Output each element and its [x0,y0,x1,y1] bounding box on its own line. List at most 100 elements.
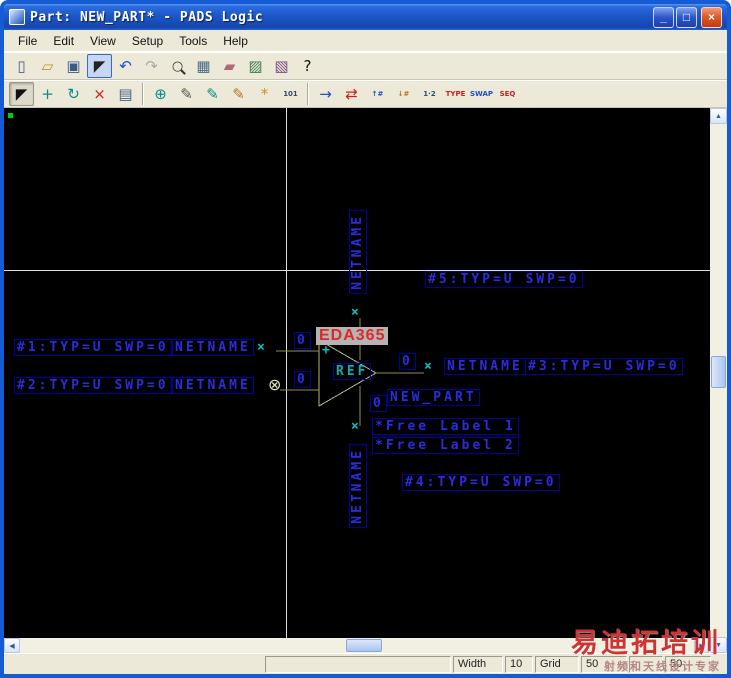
menu-view[interactable]: View [82,32,124,50]
undo-icon: ↶ [119,56,132,75]
pin2-label[interactable]: #2:TYP=U SWP=0 [14,377,172,394]
horizontal-scrollbar[interactable]: ◀ ▶ [4,638,710,653]
pin-bottom-marker[interactable]: × [351,420,359,433]
add-pin-button[interactable]: ⊕ [148,82,173,106]
pin3-marker[interactable]: × [424,360,432,373]
app-icon [9,9,25,25]
grid-value-field: 50 [581,655,627,673]
maximize-button[interactable]: □ [676,6,697,28]
menu-setup[interactable]: Setup [124,32,171,50]
selection-filter-icon: ◤ [93,56,106,75]
free-label-2[interactable]: *Free Label 2 [372,437,519,454]
help-icon: ? [303,56,312,75]
pin1-label[interactable]: #1:TYP=U SWP=0 [14,339,172,356]
select-arrow-icon: ◤ [15,84,28,103]
part-name-label[interactable]: NEW_PART [387,389,480,406]
zoom-button[interactable]: ○ [165,54,190,78]
pin3-number[interactable]: 0 [399,353,416,370]
horizontal-scroll-thumb[interactable] [346,639,382,652]
save-button[interactable]: ▣ [61,54,86,78]
menu-edit[interactable]: Edit [45,32,82,50]
menu-help[interactable]: Help [215,32,256,50]
workspace: NETNAME #5:TYP=U SWP=0 × EDA365 0 #1:TYP=U SW… [4,108,727,653]
toolbar-edit: ◤ + ↻ × ▤ ⊕ ✎ ✎ ✎ * 101 → ⇄ ↑# ↓# 1·2 TYPE SWAP SEQ [4,80,727,108]
pin4-label[interactable]: #4:TYP=U SWP=0 [402,474,560,491]
netname-right-label[interactable]: NETNAME [444,358,526,375]
free-label-1[interactable]: *Free Label 1 [372,418,519,435]
scroll-up-button[interactable]: ▲ [710,108,727,124]
netname-left2-label[interactable]: NETNAME [172,377,254,394]
rotate-button[interactable]: ↻ [61,82,86,106]
pin5-label[interactable]: #5:TYP=U SWP=0 [425,271,583,288]
canvas[interactable]: NETNAME #5:TYP=U SWP=0 × EDA365 0 #1:TYP=U SW… [4,108,710,638]
change-pin-name-button[interactable]: ✎ [200,82,225,106]
delete-button[interactable]: × [87,82,112,106]
set-pin-type-button[interactable]: TYPE [443,82,468,106]
vertical-scrollbar[interactable]: ▲ ▼ [710,108,727,653]
minimize-button[interactable]: _ [653,6,674,28]
highlight-button[interactable]: * [252,82,277,106]
netname-bottom-label[interactable]: NETNAME [349,444,367,528]
redo-icon: ↷ [145,56,158,75]
help-button[interactable]: ? [295,54,320,78]
netname-left1-label[interactable]: NETNAME [172,339,254,356]
change-pin-number-button[interactable]: ✎ [226,82,251,106]
scroll-right-button[interactable]: ▶ [694,638,710,653]
properties-button[interactable]: ▤ [113,82,138,106]
width-label-field: Width [453,655,503,673]
undo-button[interactable]: ↶ [113,54,138,78]
sheets-button[interactable]: ▦ [191,54,216,78]
add-terminal-button[interactable]: → [313,82,338,106]
pin4-number[interactable]: 0 [370,395,387,412]
increment-pin-icon: ↑# [371,89,384,98]
properties-icon: ▤ [118,84,133,103]
pin2-number[interactable]: 0 [294,371,311,388]
pin3-label[interactable]: #3:TYP=U SWP=0 [525,358,683,375]
select-arrow-button[interactable]: ◤ [9,82,34,106]
set-pin-seq-button[interactable]: SEQ [495,82,520,106]
scroll-left-button[interactable]: ◀ [4,638,20,653]
menu-file[interactable]: File [10,32,45,50]
highlight-icon: * [260,84,269,103]
add-pin-icon: ⊕ [154,84,167,103]
swap-pins-button[interactable]: ⇄ [339,82,364,106]
new-button[interactable]: ▯ [9,54,34,78]
origin-dot [8,113,13,118]
decrement-pin-button[interactable]: ↓# [391,82,416,106]
part-origin-marker[interactable]: ⊗ [268,377,281,393]
selection-filter-button[interactable]: ◤ [87,54,112,78]
window-controls: _ □ × [653,6,722,28]
close-button[interactable]: × [701,6,722,28]
eraser-button[interactable]: ▰ [217,54,242,78]
toolbar-separator [142,83,144,105]
add-terminal-icon: → [319,84,332,103]
new-icon: ▯ [17,56,26,75]
edit-decal-button[interactable]: ✎ [174,82,199,106]
plus-marker[interactable]: + [322,344,330,357]
vertical-scroll-thumb[interactable] [711,356,726,388]
sheets-icon: ▦ [196,56,211,75]
increment-pin-button[interactable]: ↑# [365,82,390,106]
open-button[interactable]: ▱ [35,54,60,78]
renumber-button[interactable]: 101 [278,82,303,106]
status-bar: Width 10 Grid 50 50 [4,653,727,674]
redo-button[interactable]: ↷ [139,54,164,78]
pin1-marker[interactable]: × [257,341,265,354]
set-pin-seq-icon: SEQ [499,89,516,98]
move-button[interactable]: + [35,82,60,106]
screen-capture-button[interactable]: ▧ [269,54,294,78]
sequence-button[interactable]: 1·2 [417,82,442,106]
open-icon: ▱ [41,56,54,75]
scroll-down-button[interactable]: ▼ [710,637,727,653]
ole-object-button[interactable]: ▨ [243,54,268,78]
ole-object-icon: ▨ [248,56,263,75]
pin-top-marker[interactable]: × [351,306,359,319]
toolbar-separator [307,83,309,105]
pin1-number[interactable]: 0 [294,332,311,349]
pads-logic-window: Part: NEW_PART* - PADS Logic _ □ × File … [0,0,731,678]
set-pin-swap-button[interactable]: SWAP [469,82,494,106]
netname-top-label[interactable]: NETNAME [349,210,367,294]
menu-tools[interactable]: Tools [171,32,215,50]
title-bar[interactable]: Part: NEW_PART* - PADS Logic _ □ × [4,4,727,30]
ref-label[interactable]: REF [333,363,372,380]
